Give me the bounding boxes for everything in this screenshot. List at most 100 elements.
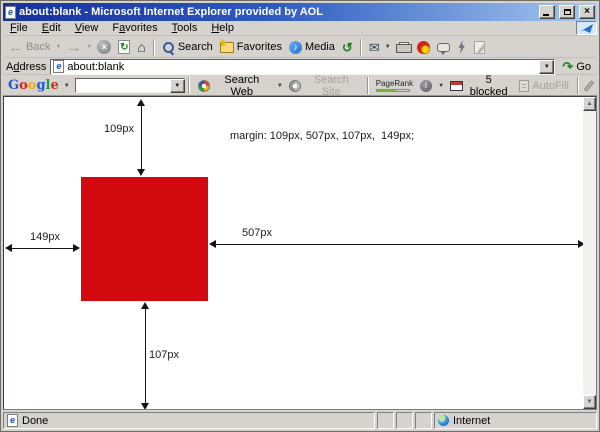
- google-ball-icon: [198, 80, 210, 92]
- discuss-button[interactable]: [434, 42, 453, 53]
- back-arrow-icon: ←: [8, 40, 23, 55]
- vertical-scrollbar[interactable]: ▲ ▼: [583, 97, 596, 409]
- menu-item-view[interactable]: View: [68, 21, 106, 35]
- refresh-button[interactable]: ↻: [115, 39, 133, 55]
- close-button[interactable]: ×: [579, 5, 595, 19]
- scroll-down-button[interactable]: ▼: [583, 395, 596, 409]
- title-bar: e about:blank - Microsoft Internet Explo…: [3, 3, 597, 21]
- status-pane-empty: [377, 412, 394, 429]
- media-icon: ♪: [289, 41, 302, 54]
- google-logo-dropdown[interactable]: ▼: [63, 83, 71, 89]
- favorites-button[interactable]: Favorites: [217, 40, 285, 54]
- menu-item-edit[interactable]: Edit: [35, 21, 68, 35]
- address-dropdown[interactable]: ▼: [539, 60, 554, 74]
- messaging-button[interactable]: [454, 39, 470, 55]
- status-text: Done: [22, 415, 48, 427]
- search-site-label: Search Site: [304, 74, 359, 98]
- search-site-button[interactable]: Search Site: [286, 73, 362, 99]
- status-pane-empty: [415, 412, 432, 429]
- home-button[interactable]: ⌂: [134, 39, 148, 55]
- highlight-button[interactable]: [584, 79, 594, 93]
- mail-dropdown[interactable]: ▼: [384, 44, 392, 50]
- menu-item-favorites[interactable]: Favorites: [105, 21, 164, 35]
- pagerank-label: PageRank: [376, 80, 413, 88]
- menu-item-file[interactable]: File: [3, 21, 35, 35]
- google-logo-letter: g: [36, 78, 45, 93]
- google-logo-letter: G: [8, 78, 19, 93]
- edit-icon: [474, 41, 485, 54]
- right-margin-arrow: [209, 240, 583, 249]
- favorites-label: Favorites: [237, 41, 282, 53]
- go-arrow-icon: ↷: [562, 60, 573, 73]
- scroll-up-button[interactable]: ▲: [583, 97, 596, 111]
- google-logo-letter: e: [51, 78, 59, 93]
- pagerank-indicator[interactable]: PageRank: [374, 80, 415, 92]
- back-dropdown[interactable]: ▼: [54, 44, 62, 50]
- messenger-icon: [417, 41, 430, 54]
- page-icon: e: [7, 414, 18, 427]
- google-toolbar: Google ▼ ▼ Search Web ▼ Search Site Page…: [3, 76, 597, 96]
- stop-icon: ×: [97, 40, 111, 54]
- media-button[interactable]: ♪ Media: [286, 40, 338, 55]
- arrow-head-icon: [141, 403, 149, 409]
- minimize-icon: [543, 14, 549, 16]
- edit-button[interactable]: [471, 40, 488, 55]
- page-info-dropdown[interactable]: ▼: [437, 83, 445, 89]
- highlighter-icon: [584, 80, 595, 92]
- page-info-button[interactable]: i: [417, 79, 435, 93]
- bottom-margin-label: 107px: [149, 349, 179, 361]
- arrow-line: [10, 248, 75, 249]
- menu-label: iew: [82, 22, 99, 34]
- search-button[interactable]: Search: [159, 40, 216, 55]
- back-label: Back: [26, 41, 50, 53]
- google-search-dropdown[interactable]: ▼: [170, 79, 185, 93]
- address-label-part: dress: [19, 61, 46, 73]
- arrow-line: [214, 244, 580, 245]
- right-margin-label: 507px: [242, 227, 272, 239]
- aol-logo-icon: [580, 24, 593, 33]
- search-web-dropdown[interactable]: ▼: [276, 83, 284, 89]
- print-button[interactable]: [393, 41, 413, 54]
- top-margin-arrow: [137, 99, 146, 176]
- search-web-button[interactable]: Search Web: [195, 73, 274, 99]
- arrow-head-icon: [73, 244, 80, 252]
- mail-button[interactable]: ✉: [366, 40, 383, 55]
- go-button[interactable]: ↷ Go: [559, 60, 594, 73]
- autofill-button[interactable]: AutoFill: [516, 79, 572, 93]
- arrow-line: [141, 104, 142, 171]
- menu-accel: E: [42, 22, 49, 34]
- media-label: Media: [305, 41, 335, 53]
- menu-item-help[interactable]: Help: [204, 21, 241, 35]
- toolbar-separator: [360, 39, 362, 56]
- search-label: Search: [178, 41, 213, 53]
- forward-dropdown[interactable]: ▼: [85, 44, 93, 50]
- window-title: about:blank - Microsoft Internet Explore…: [19, 6, 535, 18]
- toolbar-separator: [188, 77, 190, 94]
- toolbar-separator: [153, 39, 155, 56]
- minimize-button[interactable]: [539, 5, 555, 19]
- google-logo-button[interactable]: Google: [6, 78, 61, 93]
- stop-button[interactable]: ×: [94, 39, 114, 55]
- discuss-icon: [437, 43, 450, 52]
- back-button[interactable]: ← Back: [5, 39, 53, 56]
- blocked-count-label: 5 blocked: [466, 74, 511, 98]
- standard-toolbar: ← Back ▼ → ▼ × ↻ ⌂ Search Favorites ♪ Me…: [3, 37, 597, 58]
- refresh-icon: ↻: [118, 40, 130, 54]
- google-logo-letter: o: [19, 78, 28, 93]
- menu-item-tools[interactable]: Tools: [165, 21, 205, 35]
- top-margin-label: 109px: [78, 123, 134, 135]
- menu-label: vorites: [125, 22, 157, 34]
- menu-accel: V: [75, 22, 82, 34]
- lightning-icon: [457, 40, 467, 54]
- popup-blocker-button[interactable]: 5 blocked: [447, 73, 514, 99]
- forward-button[interactable]: →: [63, 39, 84, 56]
- restore-button[interactable]: [559, 5, 575, 19]
- history-button[interactable]: ↺: [339, 40, 356, 55]
- google-search-input[interactable]: [75, 78, 185, 93]
- menu-label: ile: [17, 22, 28, 34]
- search-web-label: Search Web: [213, 74, 271, 98]
- history-icon: ↺: [342, 41, 353, 54]
- browser-window: e about:blank - Microsoft Internet Explo…: [0, 0, 600, 432]
- page-icon: e: [53, 60, 64, 73]
- messenger-button[interactable]: [414, 40, 433, 55]
